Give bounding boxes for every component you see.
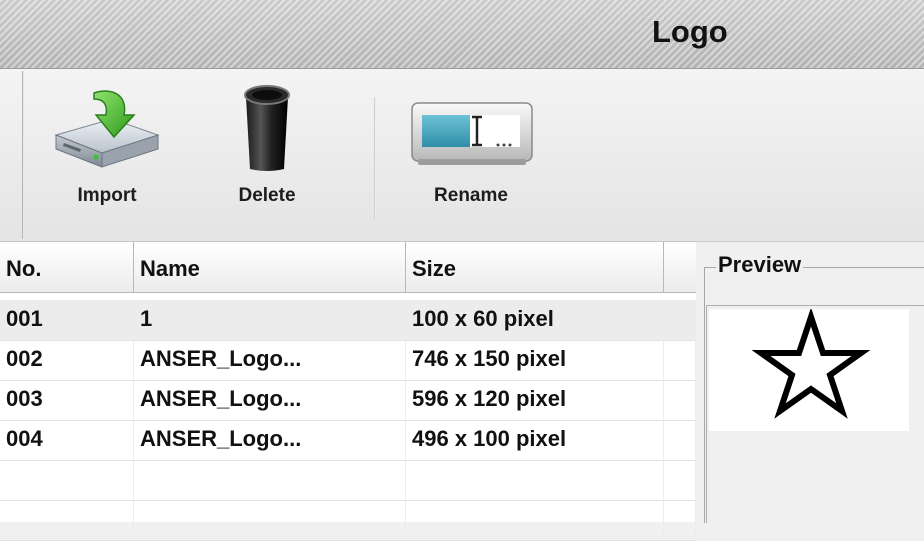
cell-empty [406, 500, 664, 540]
cell-empty [134, 500, 406, 540]
table-row[interactable]: 003 ANSER_Logo... 596 x 120 pixel [0, 380, 696, 421]
cell-name: ANSER_Logo... [134, 380, 406, 420]
logo-table: No. Name Size 001 1 100 x 60 pixel 002 A… [0, 242, 696, 541]
delete-label: Delete [238, 185, 296, 206]
cell-size: 746 x 150 pixel [406, 340, 664, 380]
cell-empty [0, 500, 134, 540]
title-bar: Logo [0, 0, 924, 69]
cell-size: 596 x 120 pixel [406, 380, 664, 420]
import-button[interactable]: Import [36, 69, 178, 241]
cell-empty [0, 460, 134, 500]
rename-label: Rename [434, 185, 508, 206]
table-row-empty [0, 500, 696, 541]
column-header-size[interactable]: Size [406, 242, 664, 292]
cell-empty [664, 500, 696, 540]
cell-size: 496 x 100 pixel [406, 420, 664, 460]
cell-empty [664, 460, 696, 500]
cell-filler [664, 420, 696, 460]
toolbar-edge [22, 71, 24, 239]
cell-filler [664, 380, 696, 420]
cell-empty [134, 460, 406, 500]
table-row[interactable]: 002 ANSER_Logo... 746 x 150 pixel [0, 340, 696, 381]
table-row[interactable]: 001 1 100 x 60 pixel [0, 300, 696, 341]
window-title: Logo [652, 14, 728, 49]
star-icon [751, 307, 871, 419]
toolbar-separator [374, 97, 376, 219]
table-row[interactable]: 004 ANSER_Logo... 496 x 100 pixel [0, 420, 696, 461]
cell-name: ANSER_Logo... [134, 420, 406, 460]
cell-name: ANSER_Logo... [134, 340, 406, 380]
table-header: No. Name Size [0, 242, 696, 293]
column-header-no[interactable]: No. [0, 242, 134, 292]
cell-filler [664, 340, 696, 380]
column-header-filler [664, 242, 696, 292]
drive-download-icon [54, 90, 160, 168]
cell-size: 100 x 60 pixel [406, 300, 664, 340]
table-row-empty [0, 460, 696, 501]
cell-no: 003 [0, 380, 134, 420]
cell-empty [406, 460, 664, 500]
delete-button[interactable]: Delete [202, 69, 332, 241]
preview-label: Preview [716, 252, 804, 278]
cell-filler [664, 300, 696, 340]
import-label: Import [77, 185, 137, 206]
cell-no: 001 [0, 300, 134, 340]
preview-canvas [709, 307, 909, 431]
cell-no: 002 [0, 340, 134, 380]
rename-button[interactable]: Rename [404, 69, 538, 241]
toolbar: Import Delete Rename [0, 69, 924, 242]
column-header-name[interactable]: Name [134, 242, 406, 292]
cell-no: 004 [0, 420, 134, 460]
cell-name: 1 [134, 300, 406, 340]
text-field-icon [411, 102, 533, 165]
trash-bin-icon [244, 85, 290, 171]
